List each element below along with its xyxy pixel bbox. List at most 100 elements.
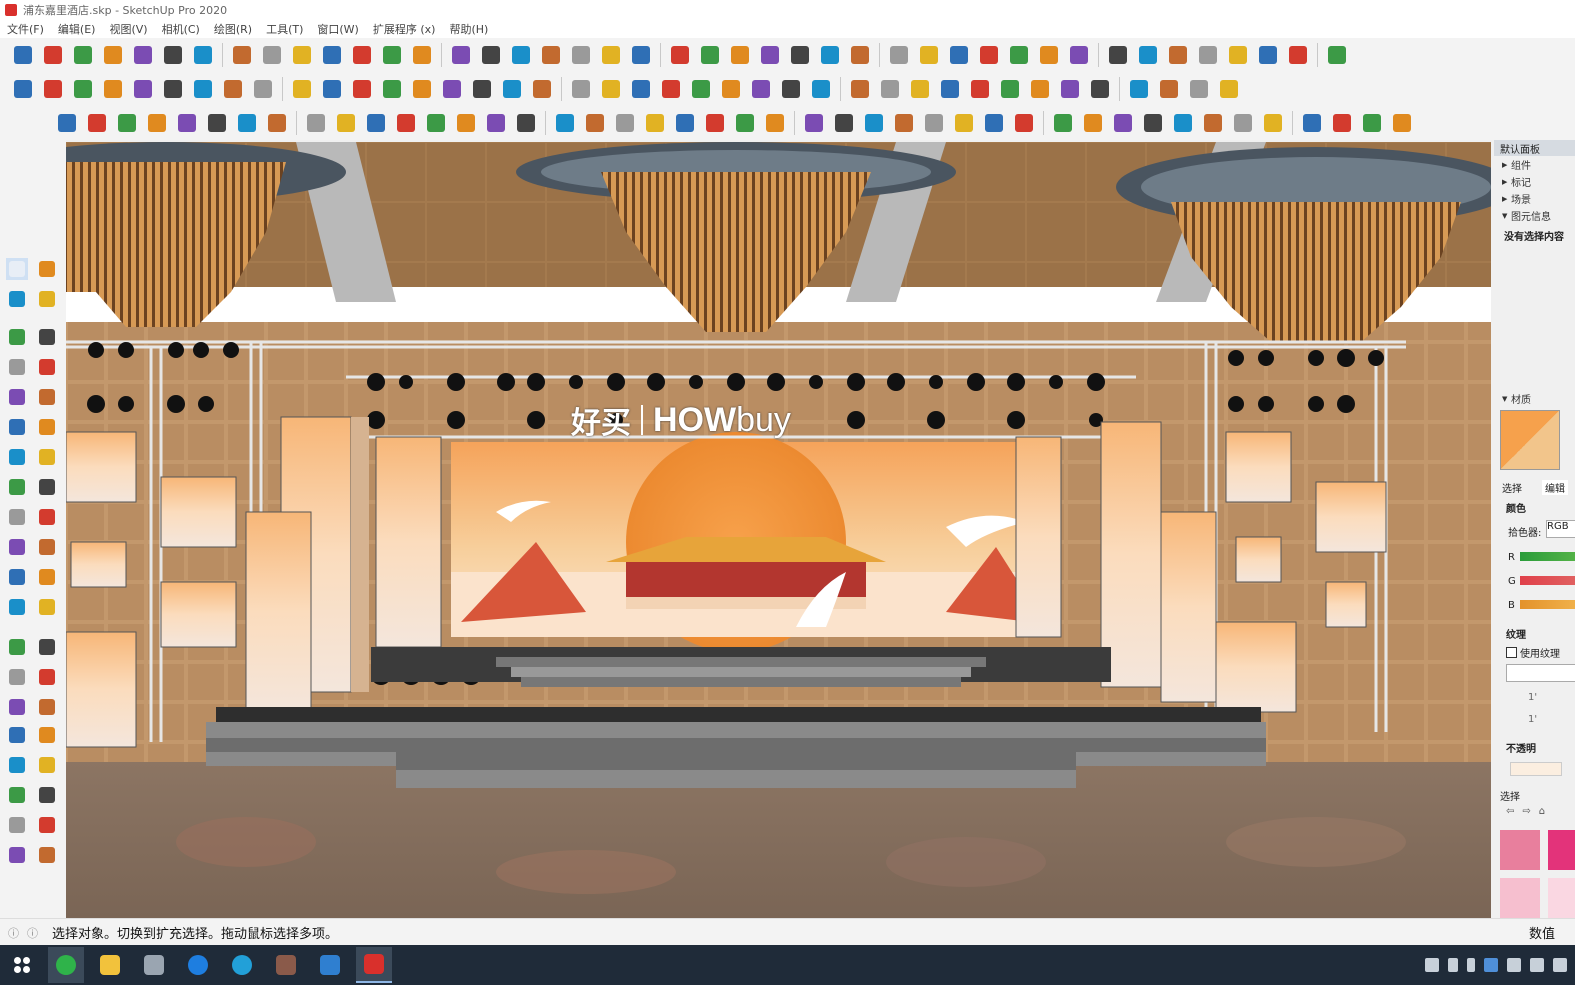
axes-tool[interactable] xyxy=(6,636,28,658)
frame-button[interactable] xyxy=(1286,43,1310,67)
pencil-tool[interactable] xyxy=(6,326,28,348)
drop-button[interactable] xyxy=(1171,111,1195,135)
spline-button[interactable] xyxy=(1067,43,1091,67)
texture-width-value[interactable]: 1' xyxy=(1528,692,1537,703)
arc3-tool[interactable] xyxy=(6,446,28,468)
material-tab-edit[interactable]: 编辑 xyxy=(1542,480,1568,495)
bars-button[interactable] xyxy=(848,77,872,101)
mic-icon[interactable] xyxy=(1467,958,1475,972)
cup-button[interactable] xyxy=(1141,111,1165,135)
menu-draw[interactable]: 绘图(R) xyxy=(207,21,259,37)
pano-button[interactable] xyxy=(733,111,757,135)
eraser-tool[interactable] xyxy=(36,288,58,310)
warning-button[interactable] xyxy=(410,77,434,101)
paint-button[interactable] xyxy=(191,43,215,67)
menu-help[interactable]: 帮助(H) xyxy=(442,21,495,37)
picker-select[interactable]: RGB xyxy=(1546,520,1575,538)
previous-view-tool[interactable] xyxy=(36,724,58,746)
chat-button[interactable] xyxy=(424,111,448,135)
curve2-button[interactable] xyxy=(749,77,773,101)
ruby2-tool[interactable] xyxy=(36,844,58,866)
hook-button[interactable] xyxy=(629,77,653,101)
globe-button[interactable] xyxy=(802,111,826,135)
ball-button[interactable] xyxy=(1330,111,1354,135)
green-cube2-button[interactable] xyxy=(1187,77,1211,101)
tetra-button[interactable] xyxy=(1051,111,1075,135)
freehand-button[interactable] xyxy=(1136,43,1160,67)
grid2-button[interactable] xyxy=(643,111,667,135)
extension-button[interactable] xyxy=(449,43,473,67)
cube-yellow-button[interactable] xyxy=(1028,77,1052,101)
paint-bucket-tool[interactable] xyxy=(6,288,28,310)
pan-tool[interactable] xyxy=(36,666,58,688)
menu-window[interactable]: 窗口(W) xyxy=(310,21,365,37)
forward-icon[interactable]: ⇨ xyxy=(1522,806,1530,817)
offset-tool[interactable] xyxy=(36,536,58,558)
menu-edit[interactable]: 编辑(E) xyxy=(51,21,103,37)
sliders-button[interactable] xyxy=(364,111,388,135)
g-slider[interactable] xyxy=(1520,576,1575,585)
oval-button[interactable] xyxy=(1261,111,1285,135)
prism-button[interactable] xyxy=(952,111,976,135)
orbit-tool[interactable] xyxy=(6,666,28,688)
taskbar-app-3[interactable] xyxy=(136,947,172,983)
gem-button[interactable] xyxy=(758,43,782,67)
arrow-down-button[interactable] xyxy=(41,77,65,101)
cylinder-button[interactable] xyxy=(1081,111,1105,135)
start-button[interactable] xyxy=(4,947,40,983)
arrow-brown-button[interactable] xyxy=(161,77,185,101)
ellipse-button[interactable] xyxy=(1201,111,1225,135)
shield-plus-button[interactable] xyxy=(235,111,259,135)
taskbar-wechat[interactable] xyxy=(48,947,84,983)
shape-button[interactable] xyxy=(878,77,902,101)
scale-tool[interactable] xyxy=(6,536,28,558)
tape-tool[interactable] xyxy=(6,566,28,588)
tray-materials[interactable]: ▼ 材质 xyxy=(1494,390,1575,407)
camera-button[interactable] xyxy=(175,111,199,135)
flask-button[interactable] xyxy=(251,77,275,101)
monitor-button[interactable] xyxy=(818,43,842,67)
arrow-blue-button[interactable] xyxy=(71,77,95,101)
keyboard-icon[interactable] xyxy=(1425,958,1439,972)
security-icon[interactable] xyxy=(1484,958,1498,972)
s-button[interactable] xyxy=(1226,43,1250,67)
sphere-button[interactable] xyxy=(779,77,803,101)
bezier-button[interactable] xyxy=(1037,43,1061,67)
network-icon[interactable] xyxy=(1530,958,1544,972)
flag-button[interactable] xyxy=(968,77,992,101)
footprints-tool[interactable] xyxy=(6,784,28,806)
b-slider[interactable] xyxy=(1520,600,1575,609)
component-button[interactable] xyxy=(131,43,155,67)
fence-button[interactable] xyxy=(350,77,374,101)
ruby-tool[interactable] xyxy=(6,844,28,866)
arc2-button[interactable] xyxy=(530,77,554,101)
diamond-button[interactable] xyxy=(1231,111,1255,135)
move-tool[interactable] xyxy=(6,476,28,498)
menu-camera[interactable]: 相机(C) xyxy=(155,21,207,37)
shield-button[interactable] xyxy=(55,111,79,135)
info-button[interactable] xyxy=(454,111,478,135)
twopoint-arc-tool[interactable] xyxy=(36,446,58,468)
leaf-button[interactable] xyxy=(1325,43,1349,67)
green-cube3-button[interactable] xyxy=(1217,77,1241,101)
prism2-button[interactable] xyxy=(982,111,1006,135)
menu-file[interactable]: 文件(F) xyxy=(0,21,51,37)
redo-button[interactable] xyxy=(698,43,722,67)
poly-button[interactable] xyxy=(1300,111,1324,135)
import-button[interactable] xyxy=(484,111,508,135)
ring2-button[interactable] xyxy=(1196,43,1220,67)
zoom-window-tool[interactable] xyxy=(36,696,58,718)
rope-button[interactable] xyxy=(470,77,494,101)
spiral2-button[interactable] xyxy=(938,77,962,101)
followme-tool[interactable] xyxy=(36,506,58,528)
circle-tool[interactable] xyxy=(6,386,28,408)
geo-icon[interactable]: ⓘ xyxy=(8,925,19,941)
warehouse-button[interactable] xyxy=(410,43,434,67)
chevron-up-icon[interactable] xyxy=(1448,958,1458,972)
cube-blue-button[interactable] xyxy=(862,111,886,135)
pano2-button[interactable] xyxy=(763,111,787,135)
dimension-tool[interactable] xyxy=(36,566,58,588)
fan-button[interactable] xyxy=(809,77,833,101)
hatch-button[interactable] xyxy=(1106,43,1130,67)
target-button[interactable] xyxy=(887,43,911,67)
